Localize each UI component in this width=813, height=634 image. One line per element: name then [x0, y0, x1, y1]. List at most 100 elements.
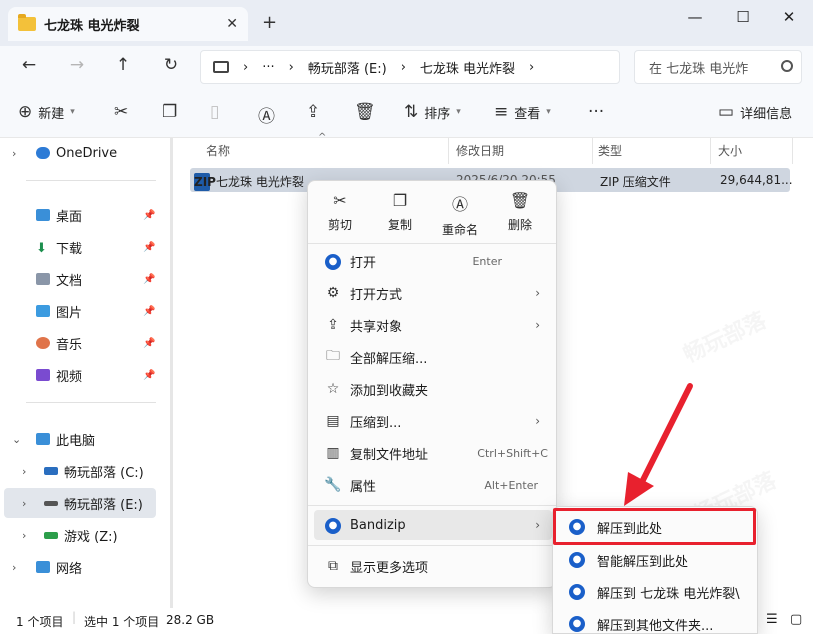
sidebar-item-desktop[interactable]: 桌面 📌 [0, 200, 160, 230]
new-button[interactable]: ⊕ 新建 ▾ [18, 102, 75, 122]
menu-item-bandizip[interactable]: ● Bandizip › [314, 510, 552, 540]
details-label: 详细信息 [740, 106, 793, 122]
context-copy-button[interactable]: ❐ 复制 [370, 191, 430, 233]
scissors-icon: ✂ [114, 102, 129, 122]
view-label: 查看 [514, 106, 541, 122]
context-rename-button[interactable]: Ⓐ 重命名 [430, 191, 490, 238]
paste-button[interactable]: ▯ [210, 102, 219, 122]
pin-icon: 📌 [143, 273, 156, 285]
refresh-button[interactable]: ↻ [158, 55, 184, 75]
submenu-item-smart-extract[interactable]: ● 智能解压到此处 [559, 545, 755, 575]
breadcrumb-drive[interactable]: 畅玩部落 (E:) [308, 58, 387, 77]
desktop-icon [36, 209, 50, 221]
copy-icon: ❐ [162, 102, 178, 122]
menu-item-open[interactable]: ● 打开 Enter [314, 246, 552, 276]
search-input[interactable]: 在 七龙珠 电光炸 [634, 50, 802, 84]
sort-button[interactable]: ⇅ 排序 ▾ [404, 102, 461, 122]
chevron-down-icon: ▾ [70, 107, 75, 117]
context-cut-button[interactable]: ✂ 剪切 [310, 191, 370, 233]
drive-icon [44, 467, 58, 475]
sidebar-item-drive-e[interactable]: › 畅玩部落 (E:) [4, 488, 156, 518]
up-button[interactable]: ↑ [110, 55, 136, 75]
menu-item-copy-path[interactable]: ▥ 复制文件地址 Ctrl+Shift+C [314, 438, 552, 468]
details-button[interactable]: ▭ 详细信息 [718, 102, 792, 122]
sidebar-item-downloads[interactable]: ⬇ 下载 📌 [0, 232, 160, 262]
column-divider[interactable] [792, 138, 793, 164]
submenu-item-extract-to-folder[interactable]: ● 解压到 七龙珠 电光炸裂\ [559, 577, 755, 607]
sidebar-item-drive-z[interactable]: › 游戏 (Z:) [0, 520, 160, 550]
breadcrumb-folder[interactable]: 七龙珠 电光炸裂 [420, 58, 515, 77]
breadcrumb-overflow[interactable]: ··· [262, 60, 274, 75]
menu-item-share[interactable]: ⇪ 共享对象 › [314, 310, 552, 340]
chevron-down-icon[interactable]: ⌄ [12, 433, 21, 446]
submenu-item-extract-other[interactable]: ● 解压到其他文件夹... [559, 609, 755, 634]
plus-icon: ⊕ [18, 102, 33, 122]
sidebar-scrollbar[interactable] [170, 138, 173, 608]
details-view-icon[interactable]: ☰ [766, 612, 778, 627]
sort-ascending-icon: ^ [318, 132, 327, 143]
network-icon [36, 561, 50, 573]
chevron-right-icon[interactable]: › [12, 561, 16, 574]
copy-button[interactable]: ❐ [162, 102, 177, 122]
open-with-icon: ⚙ [326, 285, 340, 301]
share-button[interactable]: ⇪ [306, 102, 320, 122]
breadcrumb-separator: › [243, 59, 249, 75]
rename-button[interactable]: Ⓐ [258, 102, 275, 127]
chevron-right-icon: › [535, 318, 540, 332]
maximize-button[interactable]: ☐ [728, 8, 758, 26]
breadcrumb-separator: › [288, 59, 294, 75]
new-tab-button[interactable]: + [262, 12, 277, 33]
sidebar-item-network[interactable]: › 网络 [0, 552, 160, 582]
tab-close-icon[interactable]: ✕ [226, 16, 238, 32]
menu-item-properties[interactable]: 🔧 属性 Alt+Enter [314, 470, 552, 500]
chevron-right-icon[interactable]: › [12, 147, 16, 160]
column-header-modified[interactable]: 修改日期 [456, 142, 504, 159]
menu-divider [308, 545, 556, 546]
pin-icon: 📌 [143, 241, 156, 253]
column-divider[interactable] [448, 138, 449, 164]
title-bar: 七龙珠 电光炸裂 ✕ + — ☐ ✕ [0, 0, 813, 46]
menu-item-compress-to[interactable]: ▤ 压缩到... › [314, 406, 552, 436]
sidebar-item-pictures[interactable]: 图片 📌 [0, 296, 160, 326]
column-divider[interactable] [710, 138, 711, 164]
tiles-view-icon[interactable]: ▢ [790, 612, 802, 627]
chevron-right-icon[interactable]: › [22, 497, 26, 510]
column-divider[interactable] [592, 138, 593, 164]
context-delete-button[interactable]: 🗑 删除 [490, 191, 550, 233]
tab-current[interactable]: 七龙珠 电光炸裂 ✕ [8, 7, 248, 41]
cut-button[interactable]: ✂ [114, 102, 128, 122]
view-button[interactable]: ≡ 查看 ▾ [494, 102, 551, 122]
context-menu: ✂ 剪切 ❐ 复制 Ⓐ 重命名 🗑 删除 ● 打开 Enter ⚙ 打开方式 ›… [307, 180, 557, 588]
close-button[interactable]: ✕ [774, 8, 804, 26]
music-icon [36, 337, 50, 349]
column-header-type[interactable]: 类型 [598, 142, 622, 159]
sort-icon: ⇅ [404, 102, 419, 122]
minimize-button[interactable]: — [680, 8, 710, 26]
back-button[interactable]: ← [16, 55, 42, 75]
extract-icon: 🗀 [326, 348, 340, 364]
sidebar-item-documents[interactable]: 文档 📌 [0, 264, 160, 294]
chevron-right-icon[interactable]: › [22, 465, 26, 478]
more-button[interactable]: ··· [588, 102, 604, 122]
computer-icon [213, 61, 229, 73]
column-header-name[interactable]: 名称 [206, 142, 230, 159]
menu-item-add-favorites[interactable]: ☆ 添加到收藏夹 [314, 374, 552, 404]
delete-button[interactable]: 🗑 [354, 102, 376, 122]
chevron-right-icon[interactable]: › [22, 529, 26, 542]
status-size: 28.2 GB [166, 613, 215, 627]
sidebar-item-onedrive[interactable]: › OneDrive [0, 138, 160, 168]
column-header-size[interactable]: 大小 [718, 142, 742, 159]
forward-button[interactable]: → [64, 55, 90, 75]
sidebar-item-this-pc[interactable]: ⌄ 此电脑 [0, 424, 160, 454]
menu-item-more-options[interactable]: ⧉ 显示更多选项 [314, 551, 552, 581]
sidebar-item-drive-c[interactable]: › 畅玩部落 (C:) [0, 456, 160, 486]
sidebar-item-videos[interactable]: 视频 📌 [0, 360, 160, 390]
more-options-icon: ⧉ [328, 558, 338, 574]
menu-divider [308, 243, 556, 244]
menu-item-open-with[interactable]: ⚙ 打开方式 › [314, 278, 552, 308]
address-bar[interactable]: › ··· › 畅玩部落 (E:) › 七龙珠 电光炸裂 › [200, 50, 620, 84]
address-row: ← → ↑ ↻ › ··· › 畅玩部落 (E:) › 七龙珠 电光炸裂 › 在… [0, 46, 813, 88]
tab-title: 七龙珠 电光炸裂 [44, 18, 140, 34]
menu-item-extract-all[interactable]: 🗀 全部解压缩... [314, 342, 552, 372]
sidebar-item-music[interactable]: 音乐 📌 [0, 328, 160, 358]
